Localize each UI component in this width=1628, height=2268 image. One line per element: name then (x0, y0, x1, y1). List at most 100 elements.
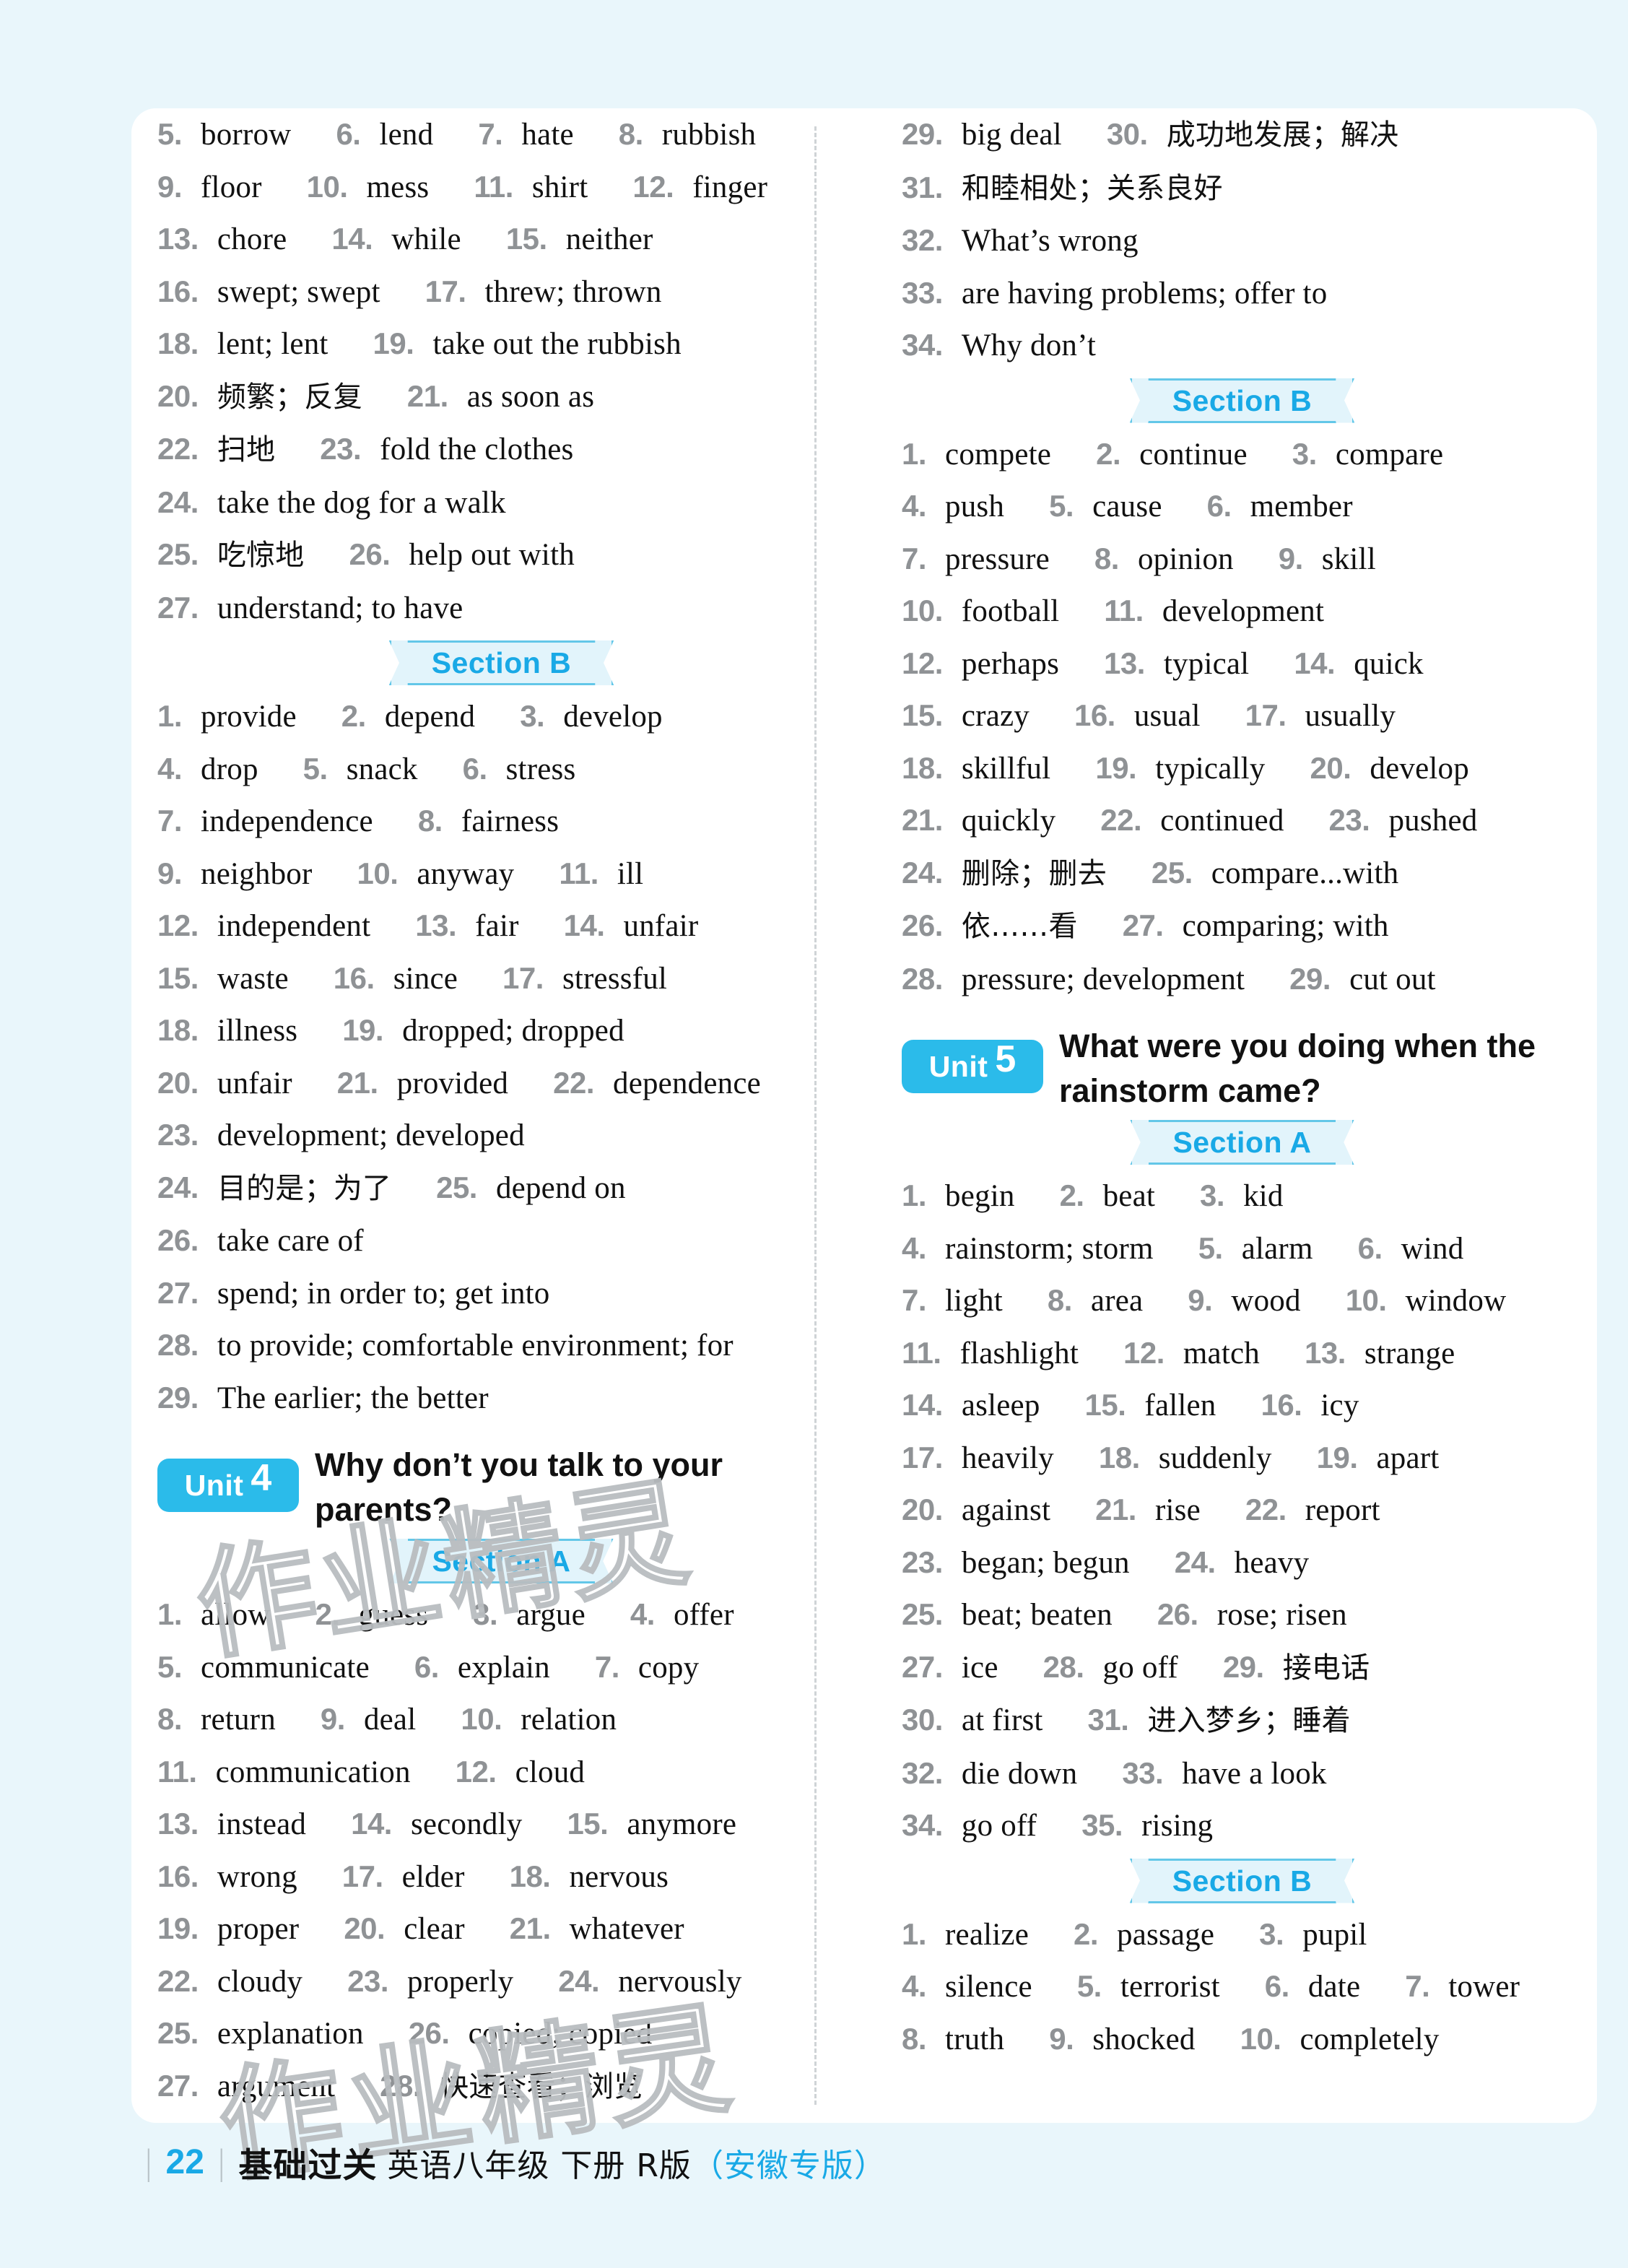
answer-number: 11. (559, 856, 598, 890)
answer-number: 22. (1245, 1493, 1287, 1526)
answer-text: neighbor (201, 856, 313, 891)
answer-number: 27. (1122, 908, 1164, 942)
answer-line: 28. to provide; comfortable environment; … (157, 1319, 845, 1372)
answer-text: wind (1401, 1231, 1464, 1266)
unit-number: 4 (251, 1457, 272, 1499)
answer-number: 14. (563, 908, 605, 942)
answer-line: 34. Why don’t (902, 319, 1583, 372)
answer-text: perhaps (961, 646, 1060, 681)
answer-text: began; begun (961, 1545, 1130, 1580)
answer-line: 11. flashlight 12. match 13. strange (902, 1327, 1583, 1380)
answer-number: 23. (1328, 803, 1370, 837)
answer-text: are having problems; offer to (961, 276, 1328, 310)
answer-text: unfair (217, 1066, 292, 1100)
answer-number: 9. (157, 856, 183, 890)
answer-text: take the dog for a walk (217, 485, 506, 520)
answer-number: 16. (333, 960, 375, 995)
answer-text: return (201, 1703, 276, 1737)
answer-text: usual (1133, 699, 1201, 733)
answer-text: 进入梦乡；睡着 (1147, 1704, 1351, 1737)
unit-label: Unit (184, 1468, 244, 1502)
answer-number: 33. (1122, 1755, 1164, 1790)
answer-text: shocked (1092, 2022, 1196, 2056)
answer-line: 13. instead 14. secondly 15. anymore (157, 1798, 845, 1851)
answer-text: independence (201, 804, 373, 838)
answer-text: typical (1163, 646, 1250, 681)
answer-line: 1. provide 2. depend 3. develop (157, 690, 845, 743)
right-section-b2-answers: 1. realize 2. passage 3. pupil 4. silence 5. terr… (902, 1908, 1583, 2066)
unit-4-title: Why don’t you talk to your parents? (315, 1446, 723, 1528)
answer-number: 25. (1151, 855, 1193, 890)
answer-text: compete (945, 437, 1052, 472)
answer-text: realize (945, 1917, 1029, 1952)
answer-number: 35. (1081, 1808, 1123, 1842)
answer-text: secondly (410, 1807, 523, 1841)
answer-number: 4. (630, 1597, 656, 1631)
answer-text: elder (401, 1859, 465, 1894)
answer-text: swept; swept (217, 274, 380, 309)
answer-text: anymore (627, 1807, 737, 1841)
answer-line: 1. allow 2. guess 3. argue 4. offer (157, 1589, 845, 1641)
answer-text: snack (346, 752, 418, 786)
answer-number: 6. (1264, 1969, 1290, 2003)
answer-text: help out with (409, 538, 575, 572)
answer-number: 7. (594, 1649, 620, 1684)
answer-number: 9. (1278, 541, 1304, 575)
answer-text: window (1405, 1284, 1507, 1318)
answer-text: take out the rubbish (432, 327, 682, 361)
answer-text: understand; to have (217, 591, 463, 625)
answer-text: nervous (569, 1859, 669, 1894)
answer-number: 22. (553, 1065, 594, 1100)
answer-number: 13. (157, 222, 199, 256)
answer-number: 34. (902, 1808, 943, 1842)
answer-line: 1. begin 2. beat 3. kid (902, 1170, 1583, 1222)
answer-number: 32. (902, 223, 943, 257)
answer-text: borrow (201, 118, 292, 152)
answer-line: 12. perhaps 13. typical 14. quick (902, 638, 1583, 690)
answer-line: 18. illness 19. dropped; dropped (157, 1004, 845, 1057)
answer-text: crazy (961, 699, 1030, 733)
answer-line: 34. go off 35. rising (902, 1799, 1583, 1852)
answer-text: match (1183, 1336, 1260, 1370)
answer-text: comparing; with (1182, 909, 1389, 943)
left-section-a-answers: 1. allow 2. guess 3. argue 4. offer 5. communicat… (157, 1589, 845, 2113)
answer-number: 6. (1206, 489, 1232, 523)
answer-number: 3. (473, 1597, 498, 1631)
answer-line: 21. quickly 22. continued 23. pushed (902, 794, 1583, 847)
right-section-a-header: Section A (902, 1120, 1583, 1165)
answer-number: 1. (902, 1178, 927, 1212)
answer-text: fallen (1144, 1389, 1216, 1422)
answer-text: communicate (201, 1650, 370, 1685)
answer-line: 7. independence 8. fairness (157, 795, 845, 848)
answer-text: explain (457, 1650, 550, 1685)
answer-number: 6. (462, 751, 488, 786)
answer-line: 32. What’s wrong (902, 214, 1583, 267)
answer-line: 13. chore 14. while 15. neither (157, 213, 845, 266)
answer-text: instead (217, 1807, 307, 1841)
answer-number: 21. (902, 803, 943, 837)
unit-number: 5 (995, 1038, 1017, 1080)
answer-number: 9. (1188, 1283, 1213, 1317)
answer-text: proper (217, 1912, 300, 1946)
answer-number: 9. (1049, 2021, 1074, 2056)
answer-text: explanation (217, 2017, 364, 2051)
answer-number: 10. (1345, 1283, 1387, 1317)
answer-text: fair (475, 909, 519, 943)
answer-number: 6. (414, 1649, 440, 1684)
answer-text: compare...with (1211, 856, 1399, 890)
left-section-b-header: Section B (157, 640, 845, 685)
answer-text: truth (945, 2022, 1005, 2056)
answer-line: 27. spend; in order to; get into (157, 1267, 845, 1320)
answer-text: 目的是；为了 (217, 1171, 392, 1205)
answer-number: 18. (1098, 1440, 1140, 1474)
answer-number: 19. (342, 1013, 384, 1047)
answer-number: 6. (336, 117, 361, 151)
answer-text: drop (201, 752, 258, 786)
answer-number: 19. (373, 326, 414, 360)
answer-number: 5. (1076, 1969, 1102, 2003)
answer-text: begin (945, 1179, 1015, 1213)
answer-text: threw; thrown (484, 274, 662, 309)
answer-text: stressful (562, 961, 668, 996)
answer-text: 吃惊地 (217, 539, 305, 572)
answer-text: since (393, 961, 458, 996)
